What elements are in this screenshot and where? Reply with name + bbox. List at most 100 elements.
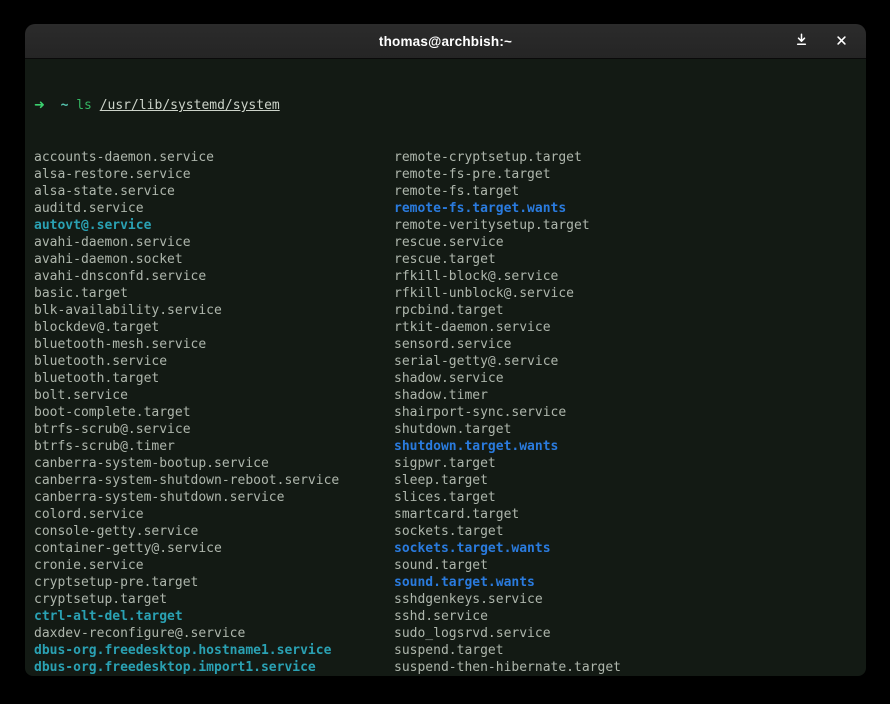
close-button[interactable] xyxy=(830,30,852,52)
file-entry: slices.target xyxy=(394,489,866,506)
file-entry: suspend.target xyxy=(394,642,866,659)
file-row: bluetooth-mesh.servicesensord.service xyxy=(34,336,866,353)
file-row: boot-complete.targetshairport-sync.servi… xyxy=(34,404,866,421)
download-icon xyxy=(794,32,809,51)
file-entry: remote-fs-pre.target xyxy=(394,166,866,183)
file-entry: alsa-restore.service xyxy=(34,166,394,183)
file-entry: container-getty@.service xyxy=(34,540,394,557)
file-row: colord.servicesmartcard.target xyxy=(34,506,866,523)
file-row: avahi-daemon.socketrescue.target xyxy=(34,251,866,268)
file-entry: sound.target xyxy=(394,557,866,574)
file-entry: shadow.service xyxy=(394,370,866,387)
file-row: basic.targetrfkill-unblock@.service xyxy=(34,285,866,302)
file-entry: shutdown.target xyxy=(394,421,866,438)
file-entry: rescue.target xyxy=(394,251,866,268)
terminal-window: thomas@archbish:~ ➜ ~ ls /usr/l xyxy=(25,24,866,676)
file-entry: dbus-org.freedesktop.hostname1.service xyxy=(34,642,394,659)
file-row: dbus-org.freedesktop.hostname1.servicesu… xyxy=(34,642,866,659)
file-entry: rescue.service xyxy=(394,234,866,251)
file-entry: canberra-system-bootup.service xyxy=(34,455,394,472)
file-row: autovt@.serviceremote-veritysetup.target xyxy=(34,217,866,234)
file-entry: bluetooth.service xyxy=(34,353,394,370)
file-row: blk-availability.servicerpcbind.target xyxy=(34,302,866,319)
titlebar[interactable]: thomas@archbish:~ xyxy=(25,24,866,59)
file-row: btrfs-scrub@.serviceshutdown.target xyxy=(34,421,866,438)
file-listing: accounts-daemon.serviceremote-cryptsetup… xyxy=(34,149,866,676)
file-entry: cryptsetup.target xyxy=(34,591,394,608)
file-entry: dbus-org.freedesktop.import1.service xyxy=(34,659,394,676)
file-row: blockdev@.targetrtkit-daemon.service xyxy=(34,319,866,336)
file-entry: daxdev-reconfigure@.service xyxy=(34,625,394,642)
file-row: ctrl-alt-del.targetsshd.service xyxy=(34,608,866,625)
file-row: avahi-dnsconfd.servicerfkill-block@.serv… xyxy=(34,268,866,285)
file-entry: accounts-daemon.service xyxy=(34,149,394,166)
file-entry: sockets.target xyxy=(394,523,866,540)
file-row: auditd.serviceremote-fs.target.wants xyxy=(34,200,866,217)
file-entry: auditd.service xyxy=(34,200,394,217)
file-entry: rpcbind.target xyxy=(394,302,866,319)
file-entry: btrfs-scrub@.service xyxy=(34,421,394,438)
download-button[interactable] xyxy=(790,30,812,52)
file-entry: basic.target xyxy=(34,285,394,302)
file-entry: autovt@.service xyxy=(34,217,394,234)
file-entry: colord.service xyxy=(34,506,394,523)
file-row: container-getty@.servicesockets.target.w… xyxy=(34,540,866,557)
file-entry: sensord.service xyxy=(394,336,866,353)
titlebar-buttons xyxy=(790,24,852,58)
file-row: btrfs-scrub@.timershutdown.target.wants xyxy=(34,438,866,455)
file-entry: canberra-system-shutdown-reboot.service xyxy=(34,472,394,489)
file-entry: sigpwr.target xyxy=(394,455,866,472)
file-entry: serial-getty@.service xyxy=(394,353,866,370)
file-entry: shairport-sync.service xyxy=(394,404,866,421)
file-entry: console-getty.service xyxy=(34,523,394,540)
file-entry: boot-complete.target xyxy=(34,404,394,421)
file-entry: blk-availability.service xyxy=(34,302,394,319)
file-row: cryptsetup.targetsshdgenkeys.service xyxy=(34,591,866,608)
file-entry: suspend-then-hibernate.target xyxy=(394,659,866,676)
file-row: canberra-system-shutdown-reboot.services… xyxy=(34,472,866,489)
file-entry: bluetooth.target xyxy=(34,370,394,387)
file-entry: avahi-daemon.socket xyxy=(34,251,394,268)
file-row: accounts-daemon.serviceremote-cryptsetup… xyxy=(34,149,866,166)
file-entry: sound.target.wants xyxy=(394,574,866,591)
file-entry: rfkill-block@.service xyxy=(394,268,866,285)
file-entry: alsa-state.service xyxy=(34,183,394,200)
file-entry: sshdgenkeys.service xyxy=(394,591,866,608)
file-entry: bolt.service xyxy=(34,387,394,404)
close-icon xyxy=(835,32,848,51)
file-entry: sudo_logsrvd.service xyxy=(394,625,866,642)
window-title: thomas@archbish:~ xyxy=(379,34,512,49)
prompt-line: ➜ ~ ls /usr/lib/systemd/system xyxy=(34,97,866,114)
file-entry: cronie.service xyxy=(34,557,394,574)
file-row: alsa-state.serviceremote-fs.target xyxy=(34,183,866,200)
file-row: cryptsetup-pre.targetsound.target.wants xyxy=(34,574,866,591)
file-row: daxdev-reconfigure@.servicesudo_logsrvd.… xyxy=(34,625,866,642)
file-entry: shutdown.target.wants xyxy=(394,438,866,455)
prompt-arrow: ➜ xyxy=(34,98,45,113)
file-entry: remote-cryptsetup.target xyxy=(394,149,866,166)
prompt-command: ls xyxy=(76,98,92,113)
file-entry: remote-fs.target.wants xyxy=(394,200,866,217)
file-entry: sockets.target.wants xyxy=(394,540,866,557)
file-entry: avahi-daemon.service xyxy=(34,234,394,251)
terminal-output[interactable]: ➜ ~ ls /usr/lib/systemd/system accounts-… xyxy=(25,59,866,676)
file-entry: blockdev@.target xyxy=(34,319,394,336)
file-row: alsa-restore.serviceremote-fs-pre.target xyxy=(34,166,866,183)
file-row: bluetooth.serviceserial-getty@.service xyxy=(34,353,866,370)
file-entry: avahi-dnsconfd.service xyxy=(34,268,394,285)
file-entry: remote-fs.target xyxy=(394,183,866,200)
file-entry: shadow.timer xyxy=(394,387,866,404)
file-row: bluetooth.targetshadow.service xyxy=(34,370,866,387)
file-entry: rtkit-daemon.service xyxy=(394,319,866,336)
file-entry: canberra-system-shutdown.service xyxy=(34,489,394,506)
file-entry: remote-veritysetup.target xyxy=(394,217,866,234)
file-row: canberra-system-bootup.servicesigpwr.tar… xyxy=(34,455,866,472)
file-row: canberra-system-shutdown.serviceslices.t… xyxy=(34,489,866,506)
file-row: bolt.serviceshadow.timer xyxy=(34,387,866,404)
file-row: dbus-org.freedesktop.import1.servicesusp… xyxy=(34,659,866,676)
file-row: avahi-daemon.servicerescue.service xyxy=(34,234,866,251)
file-row: cronie.servicesound.target xyxy=(34,557,866,574)
file-entry: smartcard.target xyxy=(394,506,866,523)
file-entry: sleep.target xyxy=(394,472,866,489)
file-entry: sshd.service xyxy=(394,608,866,625)
